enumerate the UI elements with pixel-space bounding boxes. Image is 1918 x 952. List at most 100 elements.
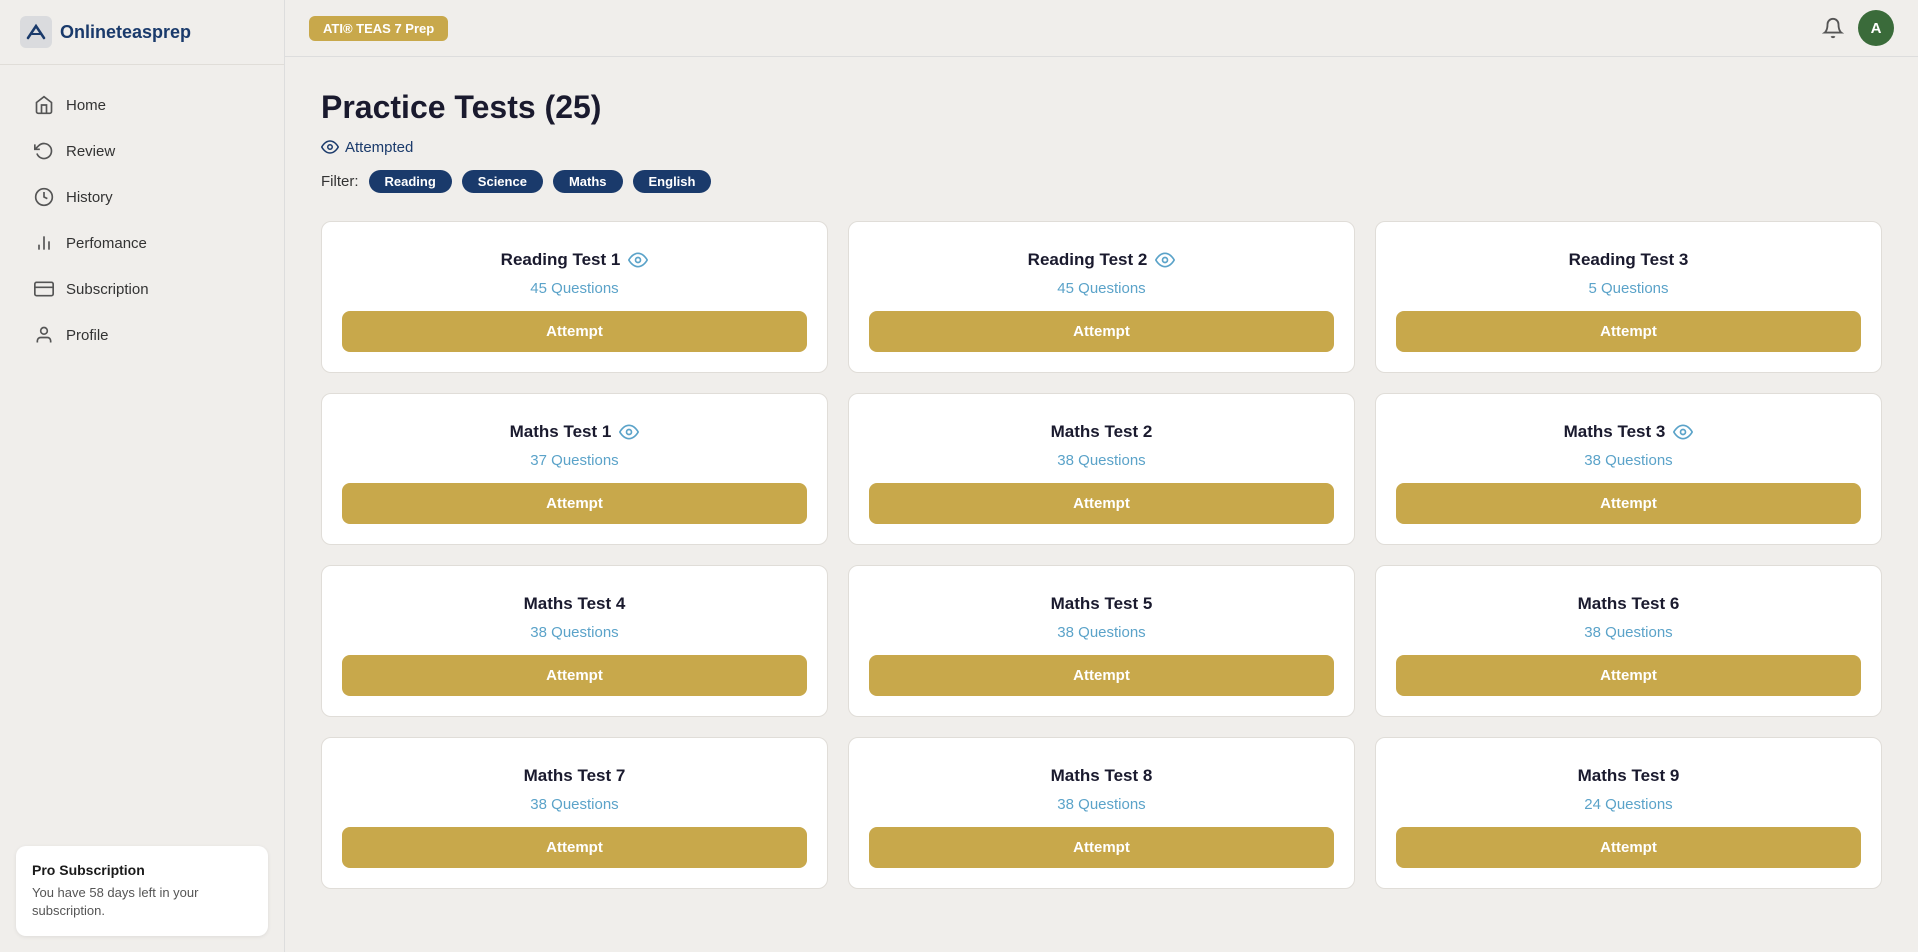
sidebar-item-review-label: Review <box>66 143 115 160</box>
card-title-row: Reading Test 1 <box>501 250 649 270</box>
test-card: Reading Test 145 QuestionsAttempt <box>321 221 828 373</box>
card-title: Maths Test 2 <box>1051 422 1153 442</box>
card-title-row: Reading Test 2 <box>1028 250 1176 270</box>
attempt-button[interactable]: Attempt <box>1396 655 1861 696</box>
home-icon <box>34 95 54 115</box>
test-card: Reading Test 2 45 Questions Attempt <box>848 221 1355 373</box>
filter-english[interactable]: English <box>633 170 712 193</box>
card-title-row: Maths Test 3 <box>1564 422 1694 442</box>
attempt-button[interactable]: Attempt <box>342 483 807 524</box>
avatar[interactable]: A <box>1858 10 1894 46</box>
card-questions: 38 Questions <box>1057 624 1145 641</box>
card-title-row: Maths Test 9 <box>1578 766 1680 786</box>
attempt-button[interactable]: Attempt <box>1396 827 1861 868</box>
subscription-box: Pro Subscription You have 58 days left i… <box>16 846 268 936</box>
test-card: Maths Test 5 38 Questions Attempt <box>848 565 1355 717</box>
sidebar-nav: Home Review History Perfomance <box>0 65 284 830</box>
card-questions: 45 Questions <box>1057 280 1145 297</box>
logo-icon <box>20 16 52 48</box>
card-title-row: Maths Test 5 <box>1051 594 1153 614</box>
logo-container[interactable]: Onlineteasprep <box>0 0 284 65</box>
card-eye-icon <box>628 250 648 270</box>
topbar: ATI® TEAS 7 Prep A <box>285 0 1918 57</box>
card-title: Reading Test 2 <box>1028 250 1148 270</box>
filter-science[interactable]: Science <box>462 170 543 193</box>
attempt-button[interactable]: Attempt <box>342 827 807 868</box>
subscription-description: You have 58 days left in your subscripti… <box>32 884 252 920</box>
ati-badge[interactable]: ATI® TEAS 7 Prep <box>309 16 448 41</box>
card-eye-icon <box>1673 422 1693 442</box>
card-icon <box>34 279 54 299</box>
test-card: Maths Test 1 37 Questions Attempt <box>321 393 828 545</box>
cards-grid: Reading Test 145 QuestionsAttemptReading… <box>321 221 1882 889</box>
card-questions: 38 Questions <box>530 624 618 641</box>
card-eye-icon <box>619 422 639 442</box>
test-card: Maths Test 3 38 Questions Attempt <box>1375 393 1882 545</box>
filter-maths[interactable]: Maths <box>553 170 623 193</box>
attempt-button[interactable]: Attempt <box>1396 483 1861 524</box>
sidebar-item-home-label: Home <box>66 97 106 114</box>
card-questions: 24 Questions <box>1584 796 1672 813</box>
chart-icon <box>34 233 54 253</box>
test-card: Maths Test 7 38 Questions Attempt <box>321 737 828 889</box>
sidebar-item-performance-label: Perfomance <box>66 235 147 252</box>
history-icon <box>34 187 54 207</box>
test-card: Maths Test 9 24 Questions Attempt <box>1375 737 1882 889</box>
bell-icon[interactable] <box>1822 17 1844 39</box>
attempt-button[interactable]: Attempt <box>869 311 1334 352</box>
filter-reading[interactable]: Reading <box>369 170 452 193</box>
page-title: Practice Tests (25) <box>321 89 1882 126</box>
card-title: Maths Test 5 <box>1051 594 1153 614</box>
card-questions: 37 Questions <box>530 452 618 469</box>
card-title: Maths Test 1 <box>510 422 612 442</box>
filter-label: Filter: <box>321 173 359 190</box>
sidebar-item-history-label: History <box>66 189 113 206</box>
attempt-button[interactable]: Attempt <box>342 655 807 696</box>
sidebar: Onlineteasprep Home Review History <box>0 0 285 952</box>
card-title: Maths Test 8 <box>1051 766 1153 786</box>
sidebar-item-profile[interactable]: Profile <box>10 313 274 357</box>
sidebar-item-subscription-label: Subscription <box>66 281 149 298</box>
card-title-row: Maths Test 2 <box>1051 422 1153 442</box>
card-questions: 38 Questions <box>1584 452 1672 469</box>
attempt-button[interactable]: Attempt <box>869 827 1334 868</box>
test-card: Maths Test 6 38 Questions Attempt <box>1375 565 1882 717</box>
card-questions: 38 Questions <box>530 796 618 813</box>
test-card: Maths Test 4 38 Questions Attempt <box>321 565 828 717</box>
attempt-button[interactable]: Attempt <box>869 655 1334 696</box>
attempted-toggle[interactable]: Attempted <box>321 138 1882 156</box>
main-area: ATI® TEAS 7 Prep A Practice Tests (25) A… <box>285 0 1918 952</box>
topbar-right: A <box>1822 10 1894 46</box>
filter-row: Filter: Reading Science Maths English <box>321 170 1882 193</box>
card-title: Maths Test 4 <box>524 594 626 614</box>
card-questions: 38 Questions <box>1584 624 1672 641</box>
review-icon <box>34 141 54 161</box>
attempt-button[interactable]: Attempt <box>1396 311 1861 352</box>
card-title-row: Maths Test 7 <box>524 766 626 786</box>
card-title: Maths Test 7 <box>524 766 626 786</box>
card-questions: 38 Questions <box>1057 796 1145 813</box>
user-icon <box>34 325 54 345</box>
sidebar-item-performance[interactable]: Perfomance <box>10 221 274 265</box>
card-title: Reading Test 1 <box>501 250 621 270</box>
card-title: Maths Test 6 <box>1578 594 1680 614</box>
sidebar-item-history[interactable]: History <box>10 175 274 219</box>
card-eye-icon <box>1155 250 1175 270</box>
test-card: Maths Test 8 38 Questions Attempt <box>848 737 1355 889</box>
sidebar-item-subscription[interactable]: Subscription <box>10 267 274 311</box>
attempt-button[interactable]: Attempt <box>342 311 807 352</box>
attempt-button[interactable]: Attempt <box>869 483 1334 524</box>
attempted-label: Attempted <box>345 139 413 156</box>
sidebar-item-review[interactable]: Review <box>10 129 274 173</box>
card-title: Maths Test 3 <box>1564 422 1666 442</box>
topbar-left: ATI® TEAS 7 Prep <box>309 16 448 41</box>
card-title-row: Maths Test 6 <box>1578 594 1680 614</box>
test-card: Maths Test 238 QuestionsAttempt <box>848 393 1355 545</box>
subscription-title: Pro Subscription <box>32 862 252 878</box>
sidebar-item-home[interactable]: Home <box>10 83 274 127</box>
card-title: Reading Test 3 <box>1569 250 1689 270</box>
logo-text: Onlineteasprep <box>60 22 191 43</box>
attempted-eye-icon <box>321 138 339 156</box>
card-title-row: Reading Test 3 <box>1569 250 1689 270</box>
card-title-row: Maths Test 1 <box>510 422 640 442</box>
